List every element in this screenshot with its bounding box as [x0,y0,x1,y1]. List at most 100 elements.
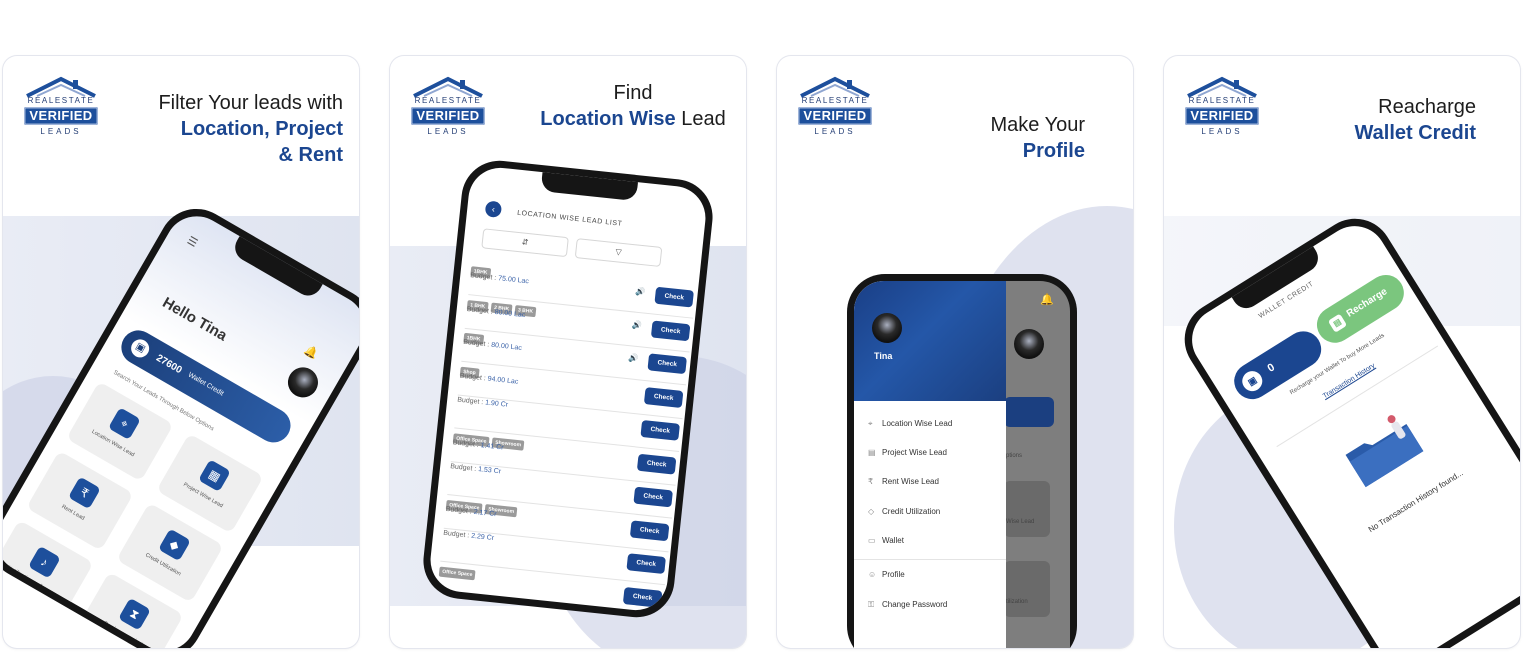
headline-bold: Location Wise [540,108,676,130]
location-icon: ⌖ [868,419,873,428]
logo-bottom-text: LEADS [40,127,82,136]
card-recharge-wallet: REALESTATE VERIFIED LEADS Reacharge Wall… [1164,56,1520,648]
budget-label: Budget : [445,505,473,516]
budget-value: 75.00 Lac [497,275,530,286]
card-headline: Reacharge Wallet Credit [1355,94,1477,146]
speaker-icon[interactable]: 🔊 [635,287,646,297]
budget-value: 2.17 Cr [473,508,497,518]
user-name: Tina [874,351,893,361]
building-icon: ▦ [198,459,231,493]
budget-label: Budget : [442,529,470,540]
menu-item-location-wise-lead[interactable]: ⌖ Location Wise Lead [868,419,998,441]
menu-label: Wallet [882,536,904,545]
lead-budget: Budget : 75.00 Lac [470,272,529,285]
headline-line-1: Reacharge [1378,96,1476,118]
speaker-icon[interactable]: 🔊 [628,353,639,363]
check-button[interactable]: Check [647,353,687,375]
budget-value: 1.90 Cr [484,399,509,409]
person-icon: ☺ [868,570,877,579]
phone-notch [540,171,639,202]
bell-icon[interactable]: 🔔 [302,343,320,361]
recharge-label: Recharge [1344,286,1390,320]
menu-item-credit-utilization[interactable]: ◇ Credit Utilization [868,507,998,529]
sort-button[interactable]: ⇵ [481,228,569,258]
budget-label: Budget : [469,272,497,282]
drawer-screen: 🔔 ptions Wise Lead tilization Tina ⌖ Loca… [854,281,1070,648]
empty-folder-illustration [1345,415,1424,488]
wallet-icon: ▭ [868,536,876,545]
bell-icon: ♪ [28,545,61,579]
budget-value: 1.41 Cr [480,441,504,452]
check-button[interactable]: Check [636,453,677,475]
menu-item-change-password[interactable]: ⚿ Change Password [868,600,998,622]
headline-line-2: Location, Project [180,118,343,140]
budget-value: 94.00 Lac [487,375,519,386]
menu-label: Rent Wise Lead [882,477,939,486]
recharge-button[interactable]: ▤ Recharge [1310,268,1411,350]
headline-line-2: Location Wise Lead [528,106,738,132]
menu-item-wallet[interactable]: ▭ Wallet [868,536,998,558]
logo-top-text: REALESTATE [414,96,482,105]
card-filter-leads: REALESTATE VERIFIED LEADS Filter Your le… [3,56,359,648]
greeting-text: Hello Tina [159,294,230,345]
house-roof-icon [800,76,870,98]
check-button[interactable]: Check [640,419,680,441]
speaker-icon[interactable]: 🔊 [632,320,643,330]
hourglass-icon: ⧗ [118,597,151,631]
headline-line-1: Make Your [990,114,1085,136]
check-button[interactable]: Check [622,586,663,608]
wallet-icon: ▣ [1238,367,1267,395]
logo-bottom-text: LEADS [814,127,856,136]
tile-behind [1004,481,1050,537]
back-button[interactable]: ‹ [484,200,503,219]
rupee-icon: ₹ [868,477,874,486]
bell-icon[interactable]: 🔔 [1040,293,1054,306]
logo-verified-text: VERIFIED [1185,107,1259,125]
phone-lead-list: ‹ LOCATION WISE LEAD LIST ⇵ ▽ 1BHK Budget… [419,157,717,621]
budget-label: Budget : [452,438,480,449]
logo-top-text: REALESTATE [801,96,869,105]
lead-budget: Budget : 80.00 Lac [463,339,522,352]
check-button[interactable]: Check [654,286,694,308]
phone-profile-drawer: 🔔 ptions Wise Lead tilization Tina ⌖ Loca… [847,274,1077,648]
logo-top-text: REALESTATE [27,96,95,105]
filter-button[interactable]: ▽ [574,238,663,267]
diamond-icon: ◆ [158,528,191,562]
headline-line-3: & Rent [278,144,343,166]
menu-label: Project Wise Lead [882,448,947,457]
wallet-icon: ▣ [127,336,153,361]
lead-list-screen: ‹ LOCATION WISE LEAD LIST ⇵ ▽ 1BHK Budget… [427,164,709,614]
menu-label: Change Password [882,600,948,609]
house-roof-icon [26,76,96,98]
avatar-behind [1014,329,1044,359]
menu-item-rent-wise-lead[interactable]: ₹ Rent Wise Lead [868,477,998,499]
logo-bottom-text: LEADS [1201,127,1243,136]
logo-verified-text: VERIFIED [798,107,872,125]
tile-behind [1004,561,1050,617]
behind-text: Wise Lead [1006,519,1035,525]
check-button[interactable]: Check [626,553,666,575]
drawer-header: Tina [854,281,1006,401]
menu-item-project-wise-lead[interactable]: ▤ Project Wise Lead [868,448,998,470]
wallet-balance: 0 [1265,361,1278,375]
avatar[interactable] [282,361,324,403]
headline-line-2: Profile [1022,140,1085,162]
menu-label: Profile [882,570,905,579]
budget-label: Budget : [449,463,477,473]
logo-verified-text: VERIFIED [24,107,98,125]
screenshot-gallery: REALESTATE VERIFIED LEADS Filter Your le… [0,0,1530,656]
check-button[interactable]: Check [650,319,691,341]
lock-icon: ⚿ [868,600,875,609]
avatar[interactable] [872,313,902,343]
wallet-balance-pill: ▣ 0 [1227,324,1328,406]
lead-budget: Budget : 2.29 Cr [443,530,494,542]
card-location-wise-lead: REALESTATE VERIFIED LEADS Find Location … [390,56,746,648]
check-button[interactable]: Check [629,519,670,541]
headline-line-2: Wallet Credit [1354,122,1477,144]
budget-label: Budget : [459,372,487,382]
hamburger-menu-icon[interactable]: ☰ [185,234,200,250]
budget-value: 1.53 Cr [477,466,502,476]
check-button[interactable]: Check [633,486,673,508]
check-button[interactable]: Check [643,386,684,408]
menu-item-profile[interactable]: ☺ Profile [868,570,998,592]
